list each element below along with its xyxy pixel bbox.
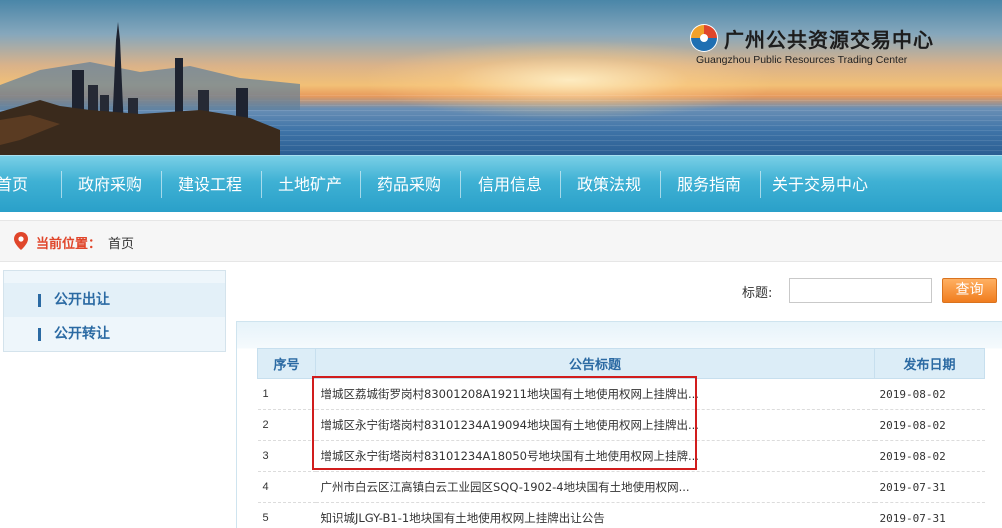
sidebar-marker — [38, 328, 41, 341]
nav-divider — [360, 171, 361, 198]
notice-title-link[interactable]: 知识城JLGY-B1-1地块国有土地使用权网上挂牌出让公告 — [321, 511, 605, 525]
breadcrumb-home-link[interactable]: 首页 — [108, 233, 134, 252]
nav-divider — [760, 171, 761, 198]
search-button[interactable]: 查询 — [942, 278, 997, 303]
nav-item-land-minerals[interactable]: 土地矿产 — [278, 156, 342, 213]
publish-date: 2019-08-02 — [874, 440, 985, 472]
publish-date: 2019-07-31 — [874, 471, 985, 503]
sidebar-item-label: 公开出让 — [54, 292, 110, 308]
row-number: 4 — [257, 471, 316, 503]
nav-item-credit-info[interactable]: 信用信息 — [478, 156, 542, 213]
row-number: 1 — [257, 378, 316, 410]
nav-divider — [261, 171, 262, 198]
table-row: 2 增城区永宁街塔岗村83101234A19094地块国有土地使用权网上挂牌出.… — [257, 409, 985, 441]
org-name-cn: 广州公共资源交易中心 — [724, 28, 934, 52]
header-banner: 广州公共资源交易中心 Guangzhou Public Resources Tr… — [0, 0, 1002, 155]
search-title-input[interactable] — [789, 278, 932, 303]
nav-item-about[interactable]: 关于交易中心 — [772, 156, 868, 213]
nav-divider — [560, 171, 561, 198]
org-name-en: Guangzhou Public Resources Trading Cente… — [696, 54, 908, 66]
breadcrumb-label: 当前位置： — [36, 237, 102, 252]
nav-item-home[interactable]: 首页 — [0, 156, 28, 213]
nav-divider — [460, 171, 461, 198]
location-pin-icon — [14, 232, 28, 250]
column-header-title: 公告标题 — [315, 348, 875, 379]
search-title-label: 标题: — [742, 286, 773, 301]
notice-title-link[interactable]: 增城区荔城街罗岗村83001208A19211地块国有土地使用权网上挂牌出... — [321, 387, 699, 401]
nav-item-government-procurement[interactable]: 政府采购 — [78, 156, 142, 213]
nav-item-construction[interactable]: 建设工程 — [178, 156, 242, 213]
sidebar: 公开出让 公开转让 — [3, 270, 226, 352]
column-header-date: 发布日期 — [874, 348, 985, 379]
trading-center-logo-icon — [690, 24, 718, 52]
sidebar-marker — [38, 294, 41, 307]
notice-title-link[interactable]: 广州市白云区江高镇白云工业园区SQQ-1902-4地块国有土地使用权网... — [321, 480, 690, 494]
notice-title-link[interactable]: 增城区永宁街塔岗村83101234A19094地块国有土地使用权网上挂牌出... — [321, 418, 699, 432]
nav-item-service-guide[interactable]: 服务指南 — [677, 156, 741, 213]
column-header-no: 序号 — [257, 348, 316, 379]
sidebar-item-label: 公开转让 — [54, 326, 110, 342]
table-row: 4 广州市白云区江高镇白云工业园区SQQ-1902-4地块国有土地使用权网...… — [257, 471, 985, 503]
sidebar-item-public-sale[interactable]: 公开出让 — [4, 283, 225, 317]
table-row: 1 增城区荔城街罗岗村83001208A19211地块国有土地使用权网上挂牌出.… — [257, 378, 985, 410]
publish-date: 2019-08-02 — [874, 409, 985, 441]
table-header-row: 序号 公告标题 发布日期 — [257, 348, 985, 379]
table-row: 3 增城区永宁街塔岗村83101234A18050号地块国有土地使用权网上挂牌.… — [257, 440, 985, 472]
table-row: 5 知识城JLGY-B1-1地块国有土地使用权网上挂牌出让公告 2019-07-… — [257, 502, 985, 528]
city-skyline-image — [0, 22, 300, 155]
row-number: 2 — [257, 409, 316, 441]
nav-item-drug-procurement[interactable]: 药品采购 — [377, 156, 441, 213]
sidebar-item-public-transfer[interactable]: 公开转让 — [4, 317, 225, 351]
nav-item-policies[interactable]: 政策法规 — [577, 156, 641, 213]
row-number: 5 — [257, 502, 316, 528]
nav-divider — [161, 171, 162, 198]
org-logo[interactable]: 广州公共资源交易中心 Guangzhou Public Resources Tr… — [680, 14, 940, 74]
main-nav: 首页 政府采购 建设工程 土地矿产 药品采购 信用信息 政策法规 服务指南 关于… — [0, 155, 1002, 212]
nav-divider — [660, 171, 661, 198]
notice-title-link[interactable]: 增城区永宁街塔岗村83101234A18050号地块国有土地使用权网上挂牌... — [321, 449, 699, 463]
publish-date: 2019-07-31 — [874, 502, 985, 528]
breadcrumb: 当前位置： 首页 — [0, 220, 1002, 262]
notice-table: 序号 公告标题 发布日期 1 增城区荔城街罗岗村83001208A19211地块… — [257, 348, 985, 528]
publish-date: 2019-08-02 — [874, 378, 985, 410]
nav-divider — [61, 171, 62, 198]
row-number: 3 — [257, 440, 316, 472]
